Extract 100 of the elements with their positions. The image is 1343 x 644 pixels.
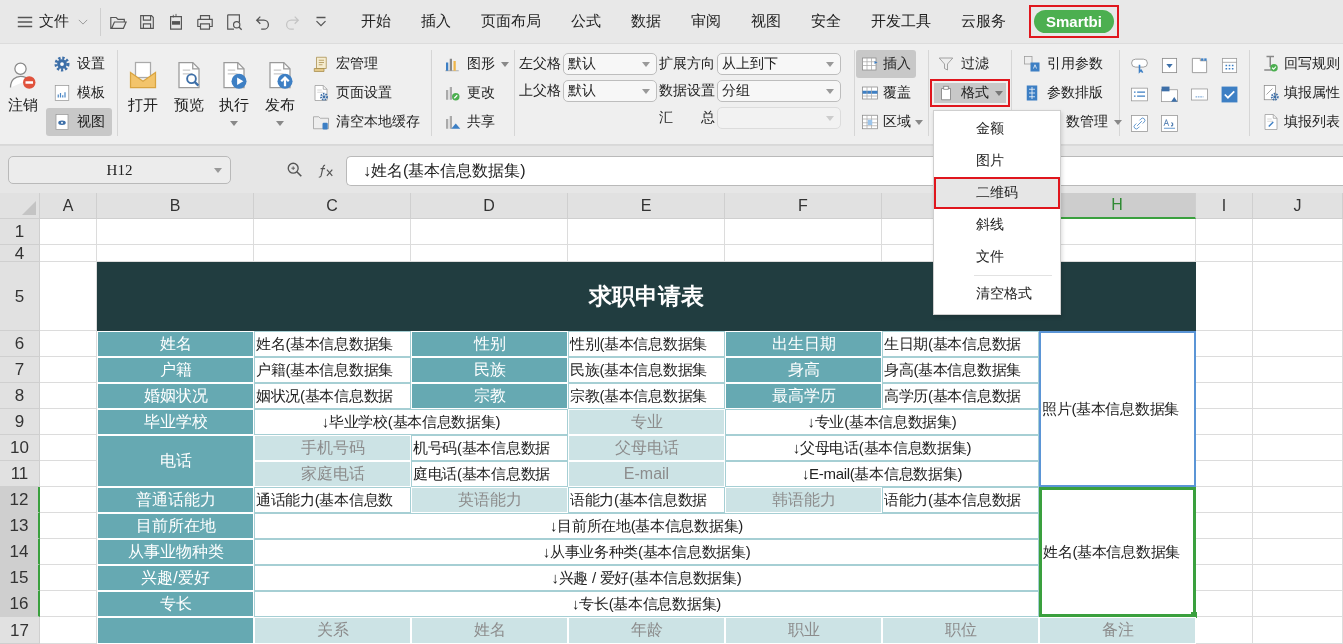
table-cell[interactable]: ↓父母电话(基本信息数据集) (725, 435, 1039, 461)
dropdown-field[interactable]: 分组 (717, 80, 841, 102)
toolbar-button[interactable]: 宏管理 (305, 50, 385, 78)
save-icon[interactable] (138, 12, 156, 31)
table-cell[interactable]: 机号码(基本信息数据 (411, 435, 568, 461)
zoom-icon[interactable] (286, 161, 304, 179)
row-header[interactable]: 7 (0, 357, 40, 383)
select-all-icon[interactable] (22, 201, 36, 215)
table-cell[interactable]: 高学历(基本信息数据 (882, 383, 1039, 409)
toolbar-button[interactable]: 填报属性 (1258, 79, 1343, 107)
row-header[interactable]: 5 (0, 262, 40, 331)
ribbon-tab[interactable]: 云服务 (954, 5, 1013, 38)
ribbon-tab[interactable]: 插入 (414, 5, 458, 38)
toolbar-button[interactable]: 清空本地缓存 (305, 108, 427, 136)
table-cell[interactable]: ↓专业(基本信息数据集) (725, 409, 1039, 435)
table-cell[interactable]: 庭电话(基本信息数据 (411, 461, 568, 487)
row-header[interactable]: 13 (0, 513, 40, 539)
dropdown-field[interactable]: 从上到下 (717, 53, 841, 75)
table-cell[interactable]: 身高(基本信息数据集 (882, 357, 1039, 383)
menu-item[interactable]: 二维码 (934, 177, 1060, 209)
table-cell[interactable]: ↓从事业务种类(基本信息数据集) (254, 539, 1039, 565)
row-header[interactable]: 10 (0, 435, 40, 461)
column-header[interactable]: F (725, 193, 882, 219)
table-cell[interactable]: 生日期(基本信息数据 (882, 331, 1039, 357)
toolbar-button[interactable]: 参数排版 (1016, 79, 1110, 107)
list-icon[interactable] (1130, 85, 1149, 104)
ribbon-tab[interactable]: 视图 (744, 5, 788, 38)
menu-item[interactable]: 文件 (934, 241, 1060, 273)
dropdown-icon[interactable] (1160, 56, 1179, 75)
text-field-icon[interactable] (1190, 85, 1209, 104)
table-cell[interactable]: ↓专长(基本信息数据集) (254, 591, 1039, 617)
menu-item[interactable]: 清空格式 (934, 278, 1060, 310)
print-icon[interactable] (196, 12, 214, 31)
toolbar-button[interactable]: 引用参数 (1016, 50, 1110, 78)
table-cell[interactable]: 语能力(基本信息数据 (882, 487, 1039, 513)
pdf-icon[interactable] (167, 12, 185, 31)
ribbon-tab[interactable]: 页面布局 (474, 5, 548, 38)
row-header[interactable]: 14 (0, 539, 40, 565)
toolbar-button[interactable]: 图形 (436, 50, 516, 78)
dropdown-field[interactable]: 默认 (563, 53, 657, 75)
toolbar-button[interactable]: 回写规则 (1258, 50, 1343, 78)
table-cell[interactable]: 姻状况(基本信息数据 (254, 383, 411, 409)
table-cell[interactable]: 姓名(基本信息数据集 (254, 331, 411, 357)
column-header[interactable]: J (1253, 193, 1343, 219)
function-icon[interactable] (317, 163, 335, 178)
toolbar-button[interactable]: 打开 (122, 50, 164, 136)
dropdown-field[interactable]: 默认 (563, 80, 657, 102)
toolbar-button[interactable]: 覆盖 (856, 79, 916, 107)
row-header[interactable]: 11 (0, 461, 40, 487)
row-header[interactable]: 17 (0, 617, 40, 644)
logout-button[interactable]: 注销 (4, 50, 42, 136)
table-cell[interactable]: 语能力(基本信息数据 (568, 487, 725, 513)
column-header[interactable]: A (40, 193, 97, 219)
text-style-icon[interactable] (1160, 114, 1179, 133)
table-cell[interactable]: ↓E-mail(基本信息数据集) (725, 461, 1039, 487)
toolbar-button[interactable]: 模板 (46, 79, 112, 107)
ribbon-tab[interactable]: 开始 (354, 5, 398, 38)
cell-name-field[interactable]: H12 (8, 156, 231, 184)
toolbar-button[interactable]: 预览 (167, 50, 210, 136)
column-header[interactable]: D (411, 193, 568, 219)
row-header[interactable]: 12 (0, 487, 40, 513)
print-preview-icon[interactable] (225, 12, 243, 31)
toolbar-button[interactable]: 格式 (930, 79, 1010, 107)
table-cell[interactable]: 宗教(基本信息数据集 (568, 383, 725, 409)
column-header[interactable]: C (254, 193, 411, 219)
column-header[interactable]: I (1196, 193, 1253, 219)
toolbar-button[interactable]: 视图 (46, 108, 112, 136)
table-cell[interactable]: 通话能力(基本信息数 (254, 487, 411, 513)
toolbar-button[interactable]: 共享 (436, 108, 502, 136)
button-icon[interactable] (1130, 56, 1149, 75)
tab-icon[interactable] (1190, 56, 1209, 75)
row-header[interactable]: 8 (0, 383, 40, 409)
column-header[interactable]: E (568, 193, 725, 219)
ribbon-tab[interactable]: 数据 (624, 5, 668, 38)
ribbon-tab[interactable]: 审阅 (684, 5, 728, 38)
row-header[interactable]: 4 (0, 245, 40, 262)
toolbar-button[interactable]: 区域 (856, 108, 928, 136)
file-menu-button[interactable]: 文件 (0, 6, 90, 37)
table-cell[interactable]: 户籍(基本信息数据集 (254, 357, 411, 383)
checkbox-icon[interactable] (1220, 85, 1239, 104)
toolbar-button[interactable]: 填报列表 (1258, 108, 1343, 136)
link-icon[interactable] (1130, 114, 1149, 133)
row-header[interactable]: 9 (0, 409, 40, 435)
column-header[interactable]: B (97, 193, 254, 219)
row-header[interactable]: 15 (0, 565, 40, 591)
row-header[interactable]: 16 (0, 591, 40, 617)
row-header[interactable]: 6 (0, 331, 40, 357)
table-cell[interactable]: 照片(基本信息数据集 (1039, 331, 1196, 487)
row-header[interactable]: 1 (0, 219, 40, 245)
toolbar-button[interactable]: 设置 (46, 50, 112, 78)
table-cell[interactable]: 民族(基本信息数据集 (568, 357, 725, 383)
table-cell[interactable]: 姓名(基本信息数据集 (1039, 487, 1196, 617)
toolbar-button[interactable]: 过滤 (930, 50, 996, 78)
toolbar-button[interactable]: 更改 (436, 79, 502, 107)
toolbar-button[interactable]: 发布 (259, 50, 301, 136)
ribbon-tab[interactable]: 安全 (804, 5, 848, 38)
table-cell[interactable]: ↓目前所在地(基本信息数据集) (254, 513, 1039, 539)
table-cell[interactable]: ↓毕业学校(基本信息数据集) (254, 409, 568, 435)
table-cell[interactable]: 性别(基本信息数据集 (568, 331, 725, 357)
tree-dropdown-icon[interactable] (1160, 85, 1179, 104)
